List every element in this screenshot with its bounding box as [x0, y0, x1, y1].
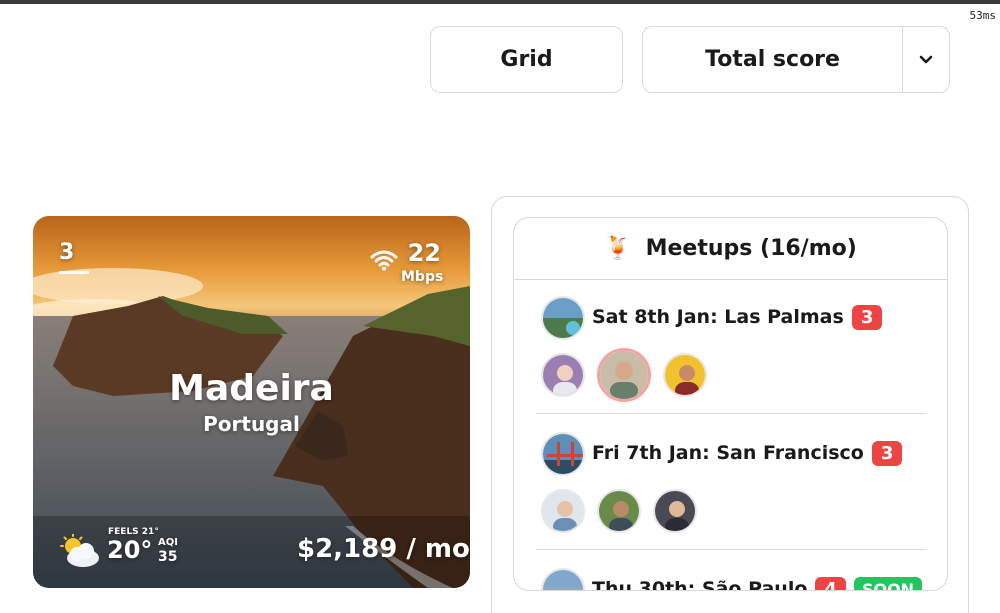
city-name: Madeira	[169, 368, 334, 409]
attendee-avatars	[541, 489, 697, 533]
timing-label: 53ms	[969, 9, 997, 22]
meetup-title-text: Fri 7th Jan: San Francisco	[592, 442, 864, 464]
partly-cloudy-icon	[60, 534, 99, 567]
avatar[interactable]	[597, 489, 641, 533]
event-thumbnail	[541, 296, 585, 340]
grid-view-button[interactable]: Grid	[430, 26, 623, 93]
top-border	[0, 0, 1000, 4]
meetup-title: Sat 8th Jan: Las Palmas 3	[592, 305, 883, 330]
avatar[interactable]	[653, 489, 697, 533]
attendee-count-badge: 4	[815, 577, 846, 590]
wifi-icon	[370, 250, 398, 271]
avatar[interactable]	[663, 353, 707, 397]
meetups-card: 🍹 Meetups (16/mo) Sat 8th Jan: Las Palma…	[513, 217, 948, 591]
divider	[536, 413, 926, 414]
grid-view-label: Grid	[500, 47, 553, 72]
event-thumbnail	[541, 432, 585, 476]
internet-speed-unit: Mbps	[401, 269, 444, 285]
rank-number: 3	[59, 240, 75, 265]
country-name: Portugal	[203, 412, 300, 436]
meetup-title: Thu 30th: São Paulo 4 SOON	[592, 577, 923, 591]
divider	[536, 549, 926, 550]
aqi-value: 35	[158, 549, 178, 565]
chevron-down-icon[interactable]	[902, 27, 949, 92]
attendee-avatars	[541, 348, 707, 402]
soon-badge: SOON	[853, 577, 923, 590]
meetup-title-text: Thu 30th: São Paulo	[592, 578, 808, 591]
city-card-madeira[interactable]: 3 22 Mbps Madeira Portugal FEELS 21° 20°…	[33, 216, 470, 588]
aqi-label: AQI	[158, 537, 178, 548]
event-thumbnail	[541, 568, 585, 590]
cocktail-icon: 🍹	[604, 236, 632, 261]
avatar[interactable]	[541, 489, 585, 533]
cost-per-month: $2,189 / mo	[297, 534, 470, 564]
internet-speed: 22	[407, 239, 441, 267]
rank-underline	[59, 271, 89, 274]
temperature: 20°	[107, 536, 153, 564]
avatar[interactable]	[541, 353, 585, 397]
attendee-count-badge: 3	[851, 305, 883, 330]
attendee-count-badge: 3	[871, 441, 903, 466]
meetups-header: 🍹 Meetups (16/mo)	[514, 218, 947, 280]
sort-select[interactable]: Total score	[642, 26, 950, 93]
meetups-title: Meetups (16/mo)	[645, 236, 857, 261]
meetup-title: Fri 7th Jan: San Francisco 3	[592, 441, 903, 466]
sort-select-label: Total score	[705, 47, 840, 72]
meetup-title-text: Sat 8th Jan: Las Palmas	[592, 306, 844, 328]
avatar[interactable]	[597, 348, 651, 402]
